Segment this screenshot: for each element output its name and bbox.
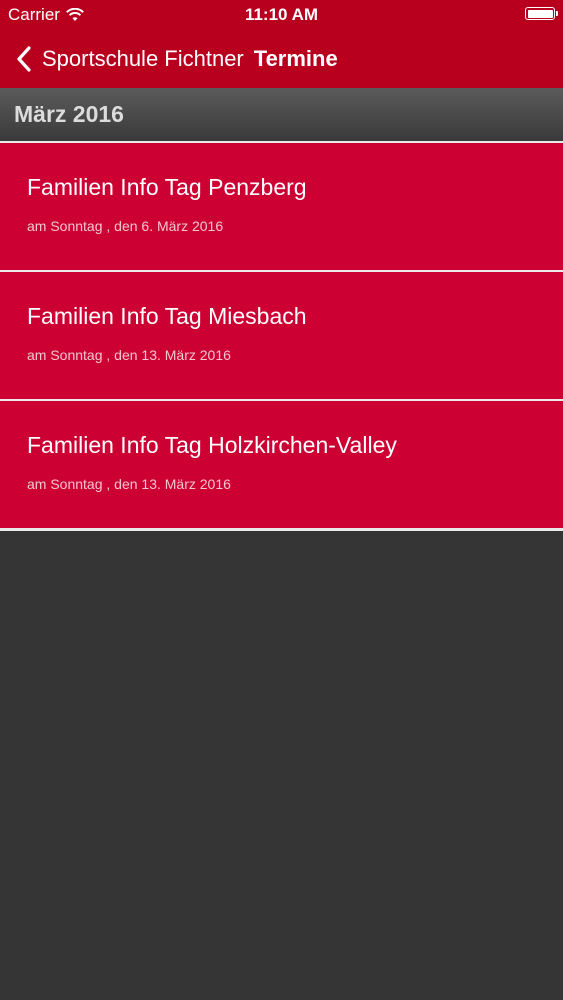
battery-fill <box>527 9 553 18</box>
event-title: Familien Info Tag Holzkirchen-Valley <box>27 432 397 458</box>
battery-icon <box>525 7 558 20</box>
event-title: Familien Info Tag Miesbach <box>27 303 307 329</box>
page-title: Termine <box>253 46 338 71</box>
event-date: am Sonntag , den 6. März 2016 <box>27 218 224 234</box>
status-bar: Carrier 11:10 AM <box>0 0 563 30</box>
event-list: Familien Info Tag Penzberg am Sonntag , … <box>0 141 563 531</box>
section-header: März 2016 <box>0 88 563 141</box>
chevron-left-icon <box>17 46 31 72</box>
event-row[interactable]: Familien Info Tag Holzkirchen-Valley am … <box>0 399 563 531</box>
event-row[interactable]: Familien Info Tag Miesbach am Sonntag , … <box>0 270 563 399</box>
back-button[interactable]: Sportschule Fichtner <box>16 45 244 73</box>
event-date: am Sonntag , den 13. März 2016 <box>27 476 231 492</box>
status-time: 11:10 AM <box>244 5 319 24</box>
navigation-bar: Sportschule Fichtner Termine <box>0 30 563 88</box>
event-date: am Sonntag , den 13. März 2016 <box>27 347 231 363</box>
event-title: Familien Info Tag Penzberg <box>27 174 307 200</box>
back-label: Sportschule Fichtner <box>42 46 244 71</box>
event-row[interactable]: Familien Info Tag Penzberg am Sonntag , … <box>0 141 563 270</box>
section-title: März 2016 <box>14 101 124 127</box>
